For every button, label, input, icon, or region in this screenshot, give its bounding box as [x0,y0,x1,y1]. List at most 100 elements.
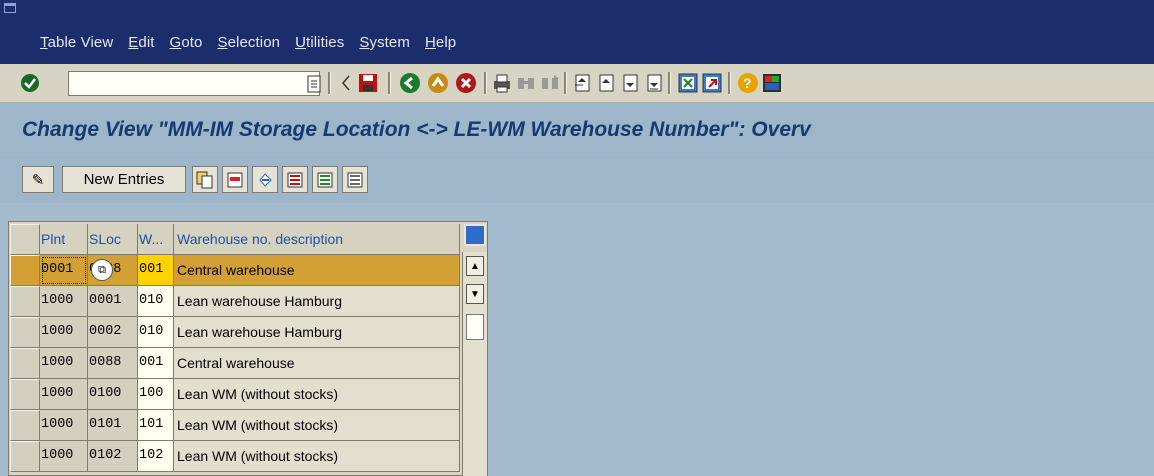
copy-button[interactable] [192,166,218,193]
title-bar: Table View Edit Goto Selection Utilities… [0,0,1154,64]
enter-icon[interactable] [18,71,42,95]
table-row[interactable]: 1000 0088 001 Central warehouse [10,348,460,379]
arrow-up-icon: ▲ [470,260,480,272]
menu-bar: Table View Edit Goto Selection Utilities… [40,34,471,51]
new-entries-button[interactable]: New Entries [62,166,186,193]
undo-icon [259,172,272,187]
command-input[interactable] [69,72,305,96]
plnt-cell[interactable]: 1000 [40,379,88,410]
sloc-cell[interactable]: 0102 [88,441,138,472]
prev-page-icon[interactable] [594,71,618,95]
row-selector[interactable] [10,441,40,472]
customize-icon[interactable] [760,71,784,95]
select-all-button[interactable] [282,166,308,193]
table-settings-icon[interactable] [464,224,486,246]
toolbar-separator [728,72,731,94]
plnt-cell[interactable]: 1000 [40,441,88,472]
plnt-cell[interactable]: 1000 [40,286,88,317]
table-row[interactable]: 1000 0100 100 Lean WM (without stocks) [10,379,460,410]
desc-cell: Lean warehouse Hamburg [174,286,460,317]
create-session-icon[interactable] [676,71,700,95]
desc-cell: Lean WM (without stocks) [174,379,460,410]
print-icon[interactable] [490,71,514,95]
desc-cell: Lean WM (without stocks) [174,410,460,441]
delete-button[interactable] [222,166,248,193]
page-title: Change View "MM-IM Storage Location <-> … [22,118,811,141]
command-field[interactable] [68,71,320,96]
column-header-sloc[interactable]: SLoc [88,224,138,255]
column-header-desc[interactable]: Warehouse no. description [174,224,460,255]
scroll-thumb[interactable] [466,314,484,340]
row-selector[interactable] [10,317,40,348]
toolbar-separator [484,72,487,94]
select-all-rows-button[interactable] [10,224,40,255]
exit-icon[interactable] [426,71,450,95]
copy-icon [196,171,213,188]
menu-table-view[interactable]: Table View [40,34,113,51]
sloc-cell[interactable]: 0088 [88,348,138,379]
select-all-icon [287,172,303,187]
table-row[interactable]: 1000 0002 010 Lean warehouse Hamburg [10,317,460,348]
menu-goto[interactable]: Goto [170,34,203,51]
deselect-all-icon [347,172,363,187]
menu-edit[interactable]: Edit [128,34,154,51]
table-header-row: Plnt SLoc W... Warehouse no. description [10,224,460,255]
row-selector[interactable] [10,255,40,286]
back-icon[interactable] [334,71,358,95]
toolbar-separator [564,72,567,94]
plnt-cell[interactable]: 1000 [40,410,88,441]
plnt-cell[interactable]: 1000 [40,317,88,348]
undo-button[interactable] [252,166,278,193]
plnt-cell[interactable]: 0001 [40,255,88,286]
cancel-icon[interactable] [454,71,478,95]
toolbar-separator [388,72,391,94]
shortcut-icon[interactable] [700,71,724,95]
deselect-all-button[interactable] [342,166,368,193]
scroll-down-button[interactable]: ▼ [466,284,484,304]
plnt-cell[interactable]: 1000 [40,348,88,379]
history-icon[interactable] [302,72,326,96]
save-icon[interactable] [356,71,380,95]
menu-system[interactable]: System [359,34,410,51]
column-header-plnt[interactable]: Plnt [40,224,88,255]
row-selector[interactable] [10,410,40,441]
row-selector[interactable] [10,286,40,317]
sloc-cell[interactable]: 0101 [88,410,138,441]
menu-help[interactable]: Help [425,34,456,51]
select-block-icon [317,172,333,187]
last-page-icon[interactable] [642,71,666,95]
menu-utilities[interactable]: Utilities [295,34,344,51]
table-row[interactable]: 0001 0088 001 Central warehouse [10,255,460,286]
sloc-cell[interactable]: 0100 [88,379,138,410]
system-menu-icon[interactable] [4,3,16,13]
find-icon[interactable] [514,71,538,95]
warehouse-cell[interactable]: 100 [138,379,174,410]
menu-selection[interactable]: Selection [217,34,280,51]
warehouse-cell[interactable]: 010 [138,286,174,317]
warehouse-cell[interactable]: 101 [138,410,174,441]
f4-help-icon[interactable]: ⧉ [91,259,113,281]
delete-icon [227,172,243,187]
table-row[interactable]: 1000 0001 010 Lean warehouse Hamburg [10,286,460,317]
warehouse-cell[interactable]: 102 [138,441,174,472]
row-selector[interactable] [10,348,40,379]
warehouse-cell[interactable]: 001 [138,255,174,286]
select-block-button[interactable] [312,166,338,193]
next-page-icon[interactable] [618,71,642,95]
display-change-button[interactable]: ✎ [22,166,54,193]
first-page-icon[interactable] [570,71,594,95]
find-next-icon[interactable] [538,71,562,95]
help-icon[interactable]: ? [736,71,760,95]
sloc-cell[interactable]: 0001 [88,286,138,317]
new-entries-label: New Entries [83,171,165,188]
scroll-up-button[interactable]: ▲ [466,256,484,276]
warehouse-cell[interactable]: 010 [138,317,174,348]
row-selector[interactable] [10,379,40,410]
sloc-cell[interactable]: 0002 [88,317,138,348]
column-header-w[interactable]: W... [138,224,174,255]
back-nav-icon[interactable] [398,71,422,95]
warehouse-cell[interactable]: 001 [138,348,174,379]
svg-text:?: ? [743,75,752,91]
table-row[interactable]: 1000 0101 101 Lean WM (without stocks) [10,410,460,441]
table-row[interactable]: 1000 0102 102 Lean WM (without stocks) [10,441,460,472]
